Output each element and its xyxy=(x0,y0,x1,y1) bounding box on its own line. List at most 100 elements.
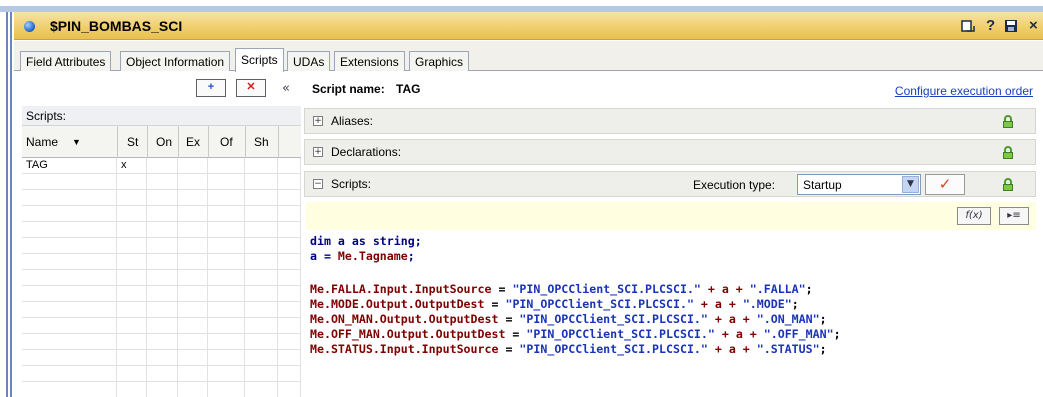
table-cell xyxy=(245,222,278,238)
lock-icon[interactable] xyxy=(1003,115,1013,128)
close-icon[interactable]: × xyxy=(1029,17,1038,34)
table-cell xyxy=(117,366,147,382)
validate-script-button[interactable]: ✓ xyxy=(925,174,965,195)
add-script-button[interactable]: + xyxy=(196,79,226,97)
column-name[interactable]: Name xyxy=(26,135,58,149)
scripts-section-header[interactable]: − Scripts: Execution type: Startup ▼ ✓ xyxy=(304,171,1036,197)
table-cell xyxy=(208,222,245,238)
column-separator xyxy=(278,126,279,158)
scripts-label: Scripts: xyxy=(22,106,301,126)
script-code-editor[interactable]: dim a as string; a = Me.Tagname; Me.FALL… xyxy=(306,230,1036,397)
code-token: ".FALLA" xyxy=(749,282,806,296)
lock-icon[interactable] xyxy=(1003,146,1013,159)
code-line: Me.FALLA.Input.InputSource = "PIN_OPCCli… xyxy=(310,282,813,297)
table-cell xyxy=(278,286,301,302)
help-icon[interactable]: ? xyxy=(986,17,995,34)
aliases-label: Aliases: xyxy=(331,114,374,128)
expand-icon[interactable]: + xyxy=(313,116,323,126)
window-title-bar: $PIN_BOMBAS_SCI ? × xyxy=(14,12,1043,40)
expand-icon[interactable]: + xyxy=(313,147,323,157)
table-cell xyxy=(208,190,245,206)
column-ex[interactable]: Ex xyxy=(186,135,200,149)
code-keyword: dim a as string; xyxy=(310,234,422,248)
table-cell xyxy=(117,190,147,206)
column-on[interactable]: On xyxy=(156,135,172,149)
column-separator xyxy=(147,126,148,158)
column-of[interactable]: Of xyxy=(220,135,233,149)
chevron-down-icon[interactable]: ▼ xyxy=(902,176,919,193)
aliases-section[interactable]: + Aliases: xyxy=(304,108,1036,134)
tab-object-information[interactable]: Object Information xyxy=(120,51,231,71)
column-st[interactable]: St xyxy=(127,135,138,149)
code-token: "PIN_OPCClient_SCI.PLCSCI." xyxy=(519,342,708,356)
collapse-panel-icon[interactable]: « xyxy=(282,81,290,96)
function-browser-button[interactable]: f(x) xyxy=(957,207,991,225)
window-title: $PIN_BOMBAS_SCI xyxy=(50,18,183,34)
tab-udas[interactable]: UDAs xyxy=(287,51,331,71)
code-line: Me.ON_MAN.Output.OutputDest = "PIN_OPCCl… xyxy=(310,312,827,327)
code-token: + a + xyxy=(707,342,757,356)
code-token: = xyxy=(498,342,520,356)
script-name-value: TAG xyxy=(396,82,421,96)
table-cell xyxy=(208,382,245,397)
column-separator xyxy=(117,126,118,158)
table-cell xyxy=(278,206,301,222)
table-cell xyxy=(208,238,245,254)
column-separator xyxy=(208,126,209,158)
table-row xyxy=(22,270,301,286)
code-token: ; xyxy=(805,282,813,296)
document-icon[interactable] xyxy=(961,19,975,33)
table-cell xyxy=(117,350,147,366)
table-cell xyxy=(278,382,301,397)
script-name-header: Script name: TAG xyxy=(312,82,420,96)
edge-line xyxy=(6,12,8,397)
table-cell xyxy=(147,366,178,382)
table-cell xyxy=(117,318,147,334)
table-cell xyxy=(117,286,147,302)
table-cell xyxy=(278,222,301,238)
code-token: Me.FALLA.Input.InputSource xyxy=(310,282,492,296)
table-cell xyxy=(22,318,117,334)
left-edge xyxy=(0,12,14,397)
table-cell xyxy=(22,334,117,350)
column-sh[interactable]: Sh xyxy=(254,135,269,149)
attribute-browser-button[interactable]: ▸≡ xyxy=(999,207,1029,225)
code-line: Me.STATUS.Input.InputSource = "PIN_OPCCl… xyxy=(310,342,827,357)
tab-graphics[interactable]: Graphics xyxy=(409,51,470,71)
script-editor-toolbar: f(x) ▸≡ xyxy=(306,202,1036,230)
table-cell xyxy=(278,318,301,334)
table-cell xyxy=(208,302,245,318)
table-cell xyxy=(278,366,301,382)
column-separator xyxy=(245,126,246,158)
tab-extensions[interactable]: Extensions xyxy=(334,51,405,71)
configure-execution-order-link[interactable]: Configure execution order xyxy=(895,84,1033,98)
table-cell xyxy=(117,302,147,318)
table-cell xyxy=(147,334,178,350)
table-cell xyxy=(178,206,208,222)
lock-icon[interactable] xyxy=(1003,178,1013,191)
table-cell xyxy=(178,254,208,270)
table-cell: x xyxy=(117,158,147,174)
table-cell xyxy=(245,270,278,286)
object-status-icon xyxy=(24,21,35,32)
script-detail-panel: Script name: TAG Configure execution ord… xyxy=(302,72,1043,397)
execution-type-select[interactable]: Startup ▼ xyxy=(797,174,921,195)
save-icon[interactable] xyxy=(1004,19,1018,33)
table-cell xyxy=(245,334,278,350)
table-cell xyxy=(147,238,178,254)
declarations-section[interactable]: + Declarations: xyxy=(304,139,1036,165)
table-row[interactable]: TAG x xyxy=(22,158,301,174)
remove-script-button[interactable]: ✕ xyxy=(236,79,266,97)
table-cell xyxy=(278,158,301,174)
table-cell xyxy=(22,270,117,286)
tab-field-attributes[interactable]: Field Attributes xyxy=(20,51,112,71)
sort-desc-icon[interactable]: ▼ xyxy=(72,137,81,147)
table-cell xyxy=(278,302,301,318)
tab-scripts[interactable]: Scripts xyxy=(235,48,284,72)
table-cell xyxy=(22,382,117,397)
code-token: = xyxy=(498,312,520,326)
table-cell xyxy=(22,206,117,222)
code-token: ; xyxy=(819,312,827,326)
table-cell xyxy=(22,286,117,302)
collapse-icon[interactable]: − xyxy=(313,179,323,189)
